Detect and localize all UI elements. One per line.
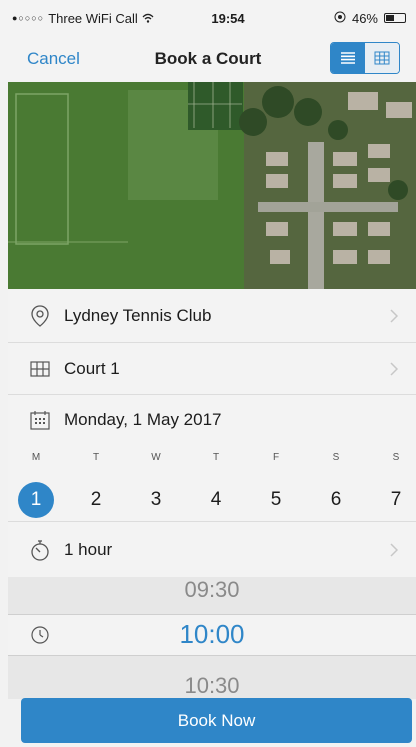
- date-label: Monday, 1 May 2017: [64, 409, 222, 429]
- time-selection-band: 10:00: [8, 614, 416, 656]
- grid-view-icon: [374, 51, 390, 65]
- location-icon: [334, 11, 346, 26]
- day-number-button[interactable]: 7: [376, 482, 416, 518]
- stopwatch-icon: [28, 539, 52, 561]
- navigation-bar: Cancel Book a Court: [0, 36, 416, 82]
- location-pin-icon: [28, 304, 52, 327]
- court-row[interactable]: Court 1: [8, 343, 416, 395]
- list-view-button[interactable]: [331, 43, 365, 73]
- calendar-icon: [28, 410, 52, 430]
- day-number-button[interactable]: 2: [76, 482, 116, 518]
- chevron-right-icon: [384, 542, 404, 557]
- venue-row[interactable]: Lydney Tennis Club: [8, 289, 416, 343]
- chevron-right-icon: [384, 361, 404, 376]
- date-row[interactable]: Monday, 1 May 2017: [8, 395, 416, 444]
- battery-icon: [384, 13, 406, 23]
- list-view-icon: [341, 52, 355, 64]
- day-letter: T: [92, 452, 100, 463]
- wifi-icon: [142, 11, 154, 26]
- satellite-map[interactable]: [8, 82, 416, 289]
- time-picker[interactable]: 09:30 10:00 10:30: [8, 577, 416, 699]
- duration-label: 1 hour: [64, 539, 113, 559]
- time-option-next[interactable]: 10:30: [8, 673, 416, 699]
- status-bar: ●○○○○ Three WiFi Call 19:54 46%: [0, 0, 416, 36]
- grid-view-button[interactable]: [365, 43, 399, 73]
- chevron-right-icon: [384, 308, 404, 323]
- book-now-button[interactable]: Book Now: [21, 698, 412, 743]
- view-toggle: [330, 42, 400, 74]
- week-day-selector: M 1 T 2 W 3 T 4 F 5 S 6 S 7: [8, 444, 416, 522]
- day-number-button[interactable]: 3: [136, 482, 176, 518]
- signal-strength: ●○○○○: [12, 13, 45, 23]
- day-number-button[interactable]: 5: [256, 482, 296, 518]
- carrier-name: Three WiFi Call: [48, 10, 138, 26]
- day-letter: W: [151, 452, 161, 463]
- day-number-button[interactable]: 6: [316, 482, 356, 518]
- time-option-selected[interactable]: 10:00: [8, 619, 416, 650]
- status-time: 19:54: [211, 10, 245, 26]
- day-letter: S: [392, 452, 400, 463]
- day-number-button[interactable]: 4: [196, 482, 236, 518]
- court-label: Court 1: [64, 358, 120, 378]
- battery-percent: 46%: [351, 10, 378, 26]
- venue-label: Lydney Tennis Club: [64, 305, 212, 325]
- duration-row[interactable]: 1 hour: [8, 522, 416, 577]
- day-letter: M: [31, 452, 41, 463]
- court-icon: [28, 360, 52, 377]
- cancel-button[interactable]: Cancel: [27, 49, 80, 69]
- time-option-previous[interactable]: 09:30: [8, 577, 416, 603]
- day-letter: S: [332, 452, 340, 463]
- day-letter: F: [272, 452, 280, 463]
- day-number-button[interactable]: 1: [18, 482, 54, 518]
- day-letter: T: [212, 452, 220, 463]
